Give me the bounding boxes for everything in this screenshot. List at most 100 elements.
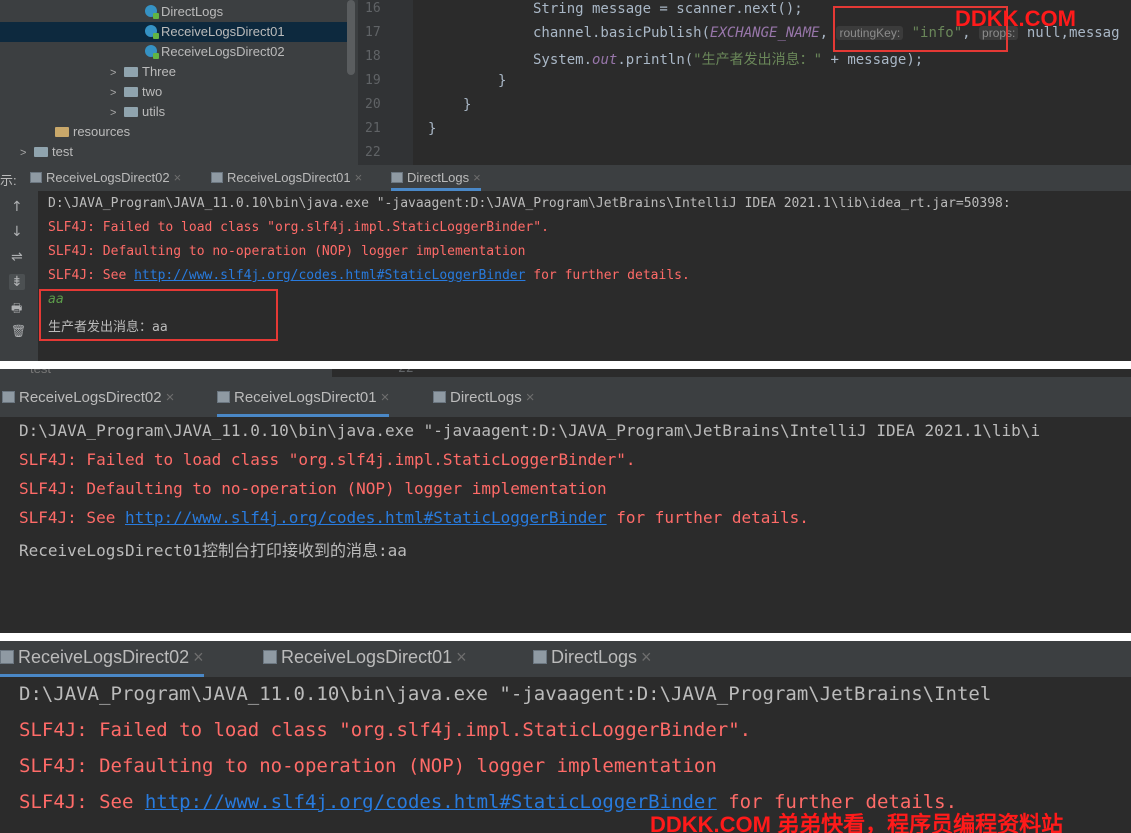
- soft-wrap-icon[interactable]: ⇌: [11, 249, 23, 265]
- chevron-right-icon[interactable]: >: [110, 63, 124, 83]
- package-folder-icon: [124, 107, 138, 117]
- package-folder-icon: [34, 147, 48, 157]
- java-class-icon: [145, 45, 159, 59]
- run-tab-bar: ReceiveLogsDirect02 × ReceiveLogsDirect01…: [0, 641, 1131, 677]
- tab-label: ReceiveLogsDirect02: [19, 389, 162, 406]
- scroll-down-icon[interactable]: ↓: [11, 224, 23, 240]
- console-link[interactable]: http://www.slf4j.org/codes.html#StaticLo…: [125, 508, 607, 527]
- console-toolbar: ↑ ↓ ⇌ ⇟ 🖶 🗑: [0, 191, 38, 361]
- code-token-constant: EXCHANGE_NAME: [710, 25, 820, 41]
- console-command-line: D:\JAVA_Program\JAVA_11.0.10\bin\java.ex…: [19, 421, 1041, 440]
- console-text: for further details.: [525, 268, 690, 283]
- scroll-to-end-icon[interactable]: ⇟: [9, 274, 25, 290]
- run-console-icon: [2, 391, 15, 403]
- line-number: 21: [365, 121, 381, 136]
- tree-strip: test: [0, 369, 332, 377]
- code-line-16: String message = scanner.next();: [533, 1, 803, 17]
- console-text: SLF4J: See: [48, 268, 135, 283]
- tree-item-receivelogsdirect01[interactable]: ReceiveLogsDirect01: [0, 22, 350, 42]
- ide-panel-middle: test 22 ReceiveLogsDirect02× ReceiveLogs…: [0, 369, 1131, 633]
- tab-directlogs[interactable]: DirectLogs ×: [433, 389, 534, 406]
- divider: [0, 361, 1131, 369]
- chevron-right-icon[interactable]: >: [110, 83, 124, 103]
- java-class-icon: [145, 25, 159, 39]
- tree-item-label: ReceiveLogsDirect01: [161, 24, 285, 39]
- chevron-right-icon[interactable]: >: [20, 143, 34, 163]
- close-tab-icon[interactable]: ×: [193, 647, 204, 667]
- tab-label: ReceiveLogsDirect02: [46, 170, 170, 185]
- highlight-box-output: [39, 289, 278, 341]
- close-tab-icon[interactable]: ×: [174, 170, 182, 185]
- console-link[interactable]: http://www.slf4j.org/codes.html#StaticLo…: [145, 791, 717, 813]
- code-token: + message);: [822, 52, 924, 68]
- tab-directlogs[interactable]: DirectLogs ×: [533, 647, 652, 668]
- tab-label: ReceiveLogsDirect01: [227, 170, 351, 185]
- code-line-18: System.out.println("生产者发出消息：" + message)…: [533, 49, 923, 69]
- tree-item-receivelogsdirect02[interactable]: ReceiveLogsDirect02: [145, 42, 285, 62]
- tab-label: DirectLogs: [407, 170, 470, 185]
- close-tab-icon[interactable]: ×: [355, 170, 363, 185]
- console-text: SLF4J: See: [19, 791, 145, 813]
- console-error-line: SLF4J: See http://www.slf4j.org/codes.ht…: [19, 508, 809, 527]
- tree-item-directlogs[interactable]: DirectLogs: [145, 2, 223, 22]
- tab-receivelogsdirect02[interactable]: ReceiveLogsDirect02 ×: [2, 389, 174, 406]
- tree-item-three[interactable]: > Three: [110, 62, 176, 82]
- run-tool-label: 示:: [0, 173, 17, 188]
- line-number: 18: [365, 49, 381, 64]
- tab-label: DirectLogs: [450, 389, 522, 406]
- package-folder-icon: [124, 67, 138, 77]
- code-token: channel.basicPublish(: [533, 25, 711, 41]
- tree-item-two[interactable]: > two: [110, 82, 162, 102]
- console-error-line: SLF4J: Failed to load class "org.slf4j.i…: [19, 719, 752, 741]
- tree-strip-text: test: [30, 369, 51, 376]
- run-console-icon: [533, 650, 547, 664]
- code-token-field: out: [592, 52, 618, 68]
- console-command-line: D:\JAVA_Program\JAVA_11.0.10\bin\java.ex…: [19, 683, 992, 705]
- console-text: SLF4J: See: [19, 508, 125, 527]
- console-error-line: SLF4J: See http://www.slf4j.org/codes.ht…: [48, 268, 690, 283]
- trash-icon[interactable]: 🗑: [11, 324, 26, 338]
- run-console-icon: [30, 172, 42, 183]
- chevron-right-icon[interactable]: >: [110, 103, 124, 123]
- code-token: System.: [533, 52, 593, 68]
- close-tab-icon[interactable]: ×: [473, 170, 481, 185]
- resources-folder-icon: [55, 127, 69, 137]
- scroll-up-icon[interactable]: ↑: [11, 199, 23, 215]
- tree-item-label: ReceiveLogsDirect02: [161, 44, 285, 59]
- run-console-icon: [211, 172, 223, 183]
- watermark-top: DDKK.COM: [955, 6, 1076, 31]
- tab-label: ReceiveLogsDirect01: [281, 647, 453, 667]
- strip-line-number: 22: [398, 369, 414, 376]
- print-icon[interactable]: 🖶: [11, 299, 22, 320]
- line-number: 19: [365, 73, 381, 88]
- run-console-icon: [217, 391, 230, 403]
- tab-receivelogsdirect01[interactable]: ReceiveLogsDirect01 ×: [263, 647, 467, 668]
- tab-label: DirectLogs: [551, 647, 638, 667]
- tree-item-resources[interactable]: resources: [55, 122, 130, 142]
- tree-scrollbar[interactable]: [347, 0, 355, 75]
- run-console-icon: [433, 391, 446, 403]
- tab-label: ReceiveLogsDirect02: [18, 647, 190, 667]
- tab-receivelogsdirect01[interactable]: ReceiveLogsDirect01 ×: [211, 170, 362, 185]
- close-tab-icon[interactable]: ×: [166, 389, 175, 406]
- tab-receivelogsdirect02[interactable]: ReceiveLogsDirect02 ×: [30, 170, 181, 185]
- project-tree: DirectLogs ReceiveLogsDirect01 ReceiveLo…: [0, 0, 358, 165]
- tree-item-utils[interactable]: > utils: [110, 102, 165, 122]
- console-link[interactable]: http://www.slf4j.org/codes.html#StaticLo…: [134, 268, 525, 283]
- run-console-icon: [263, 650, 277, 664]
- run-console-icon: [0, 650, 14, 664]
- tab-receivelogsdirect01[interactable]: ReceiveLogsDirect01 ×: [217, 389, 390, 417]
- tab-receivelogsdirect02[interactable]: ReceiveLogsDirect02 ×: [0, 647, 204, 677]
- tree-item-test[interactable]: > test: [20, 142, 73, 162]
- tab-label: ReceiveLogsDirect01: [234, 389, 377, 406]
- close-tab-icon[interactable]: ×: [526, 389, 535, 406]
- ide-panel-bottom: ReceiveLogsDirect02 × ReceiveLogsDirect01…: [0, 641, 1131, 833]
- close-tab-icon[interactable]: ×: [641, 647, 652, 667]
- close-tab-icon[interactable]: ×: [381, 389, 390, 406]
- ide-panel-top: DirectLogs ReceiveLogsDirect01 ReceiveLo…: [0, 0, 1131, 361]
- close-tab-icon[interactable]: ×: [456, 647, 467, 667]
- run-tab-bar: ReceiveLogsDirect02 × ReceiveLogsDirect01…: [0, 377, 1131, 417]
- tab-directlogs[interactable]: DirectLogs ×: [391, 170, 481, 191]
- tree-item-label: utils: [142, 104, 166, 119]
- package-folder-icon: [124, 87, 138, 97]
